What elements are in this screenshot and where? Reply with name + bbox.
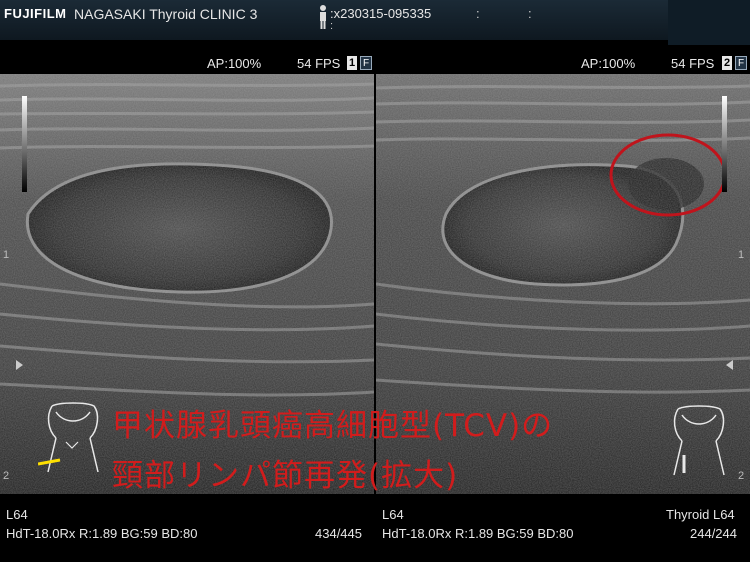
left-frame-counter: 434/445	[315, 526, 362, 541]
orientation-arrow-icon	[16, 360, 23, 370]
header-separator: :	[330, 20, 334, 32]
patient-id: :x230315-095335	[330, 6, 432, 21]
left-panel-number: 1	[347, 56, 357, 70]
right-depth-mark-1: 1	[738, 249, 745, 261]
neck-bodymark-icon-right	[673, 405, 725, 476]
right-grayscale-bar	[722, 96, 727, 192]
annotation-line-2: 頸部リンパ節再発(拡大)	[112, 458, 459, 494]
right-ap-label: AP:100%	[581, 56, 636, 71]
neck-bodymark-icon	[38, 402, 99, 473]
person-icon	[320, 5, 326, 29]
left-ap-label: AP:100%	[207, 56, 262, 71]
right-panel-number: 2	[722, 56, 732, 70]
left-probe-label: L64	[6, 507, 28, 522]
header-separator: :	[528, 6, 532, 21]
right-depth-mark-2: 2	[738, 470, 745, 482]
left-depth-mark-2: 2	[3, 470, 10, 482]
header-right-block	[668, 0, 750, 45]
left-mode-badge: F	[360, 56, 372, 70]
right-mode-badge: F	[735, 56, 747, 70]
right-fps-label: 54 FPS	[671, 56, 715, 71]
annotation-line-1: 甲状腺乳頭癌高細胞型(TCV)の	[112, 408, 554, 444]
right-scan-params: HdT-18.0Rx R:1.89 BG:59 BD:80	[382, 526, 574, 541]
left-scan-params: HdT-18.0Rx R:1.89 BG:59 BD:80	[6, 526, 198, 541]
header-separator: :	[476, 6, 480, 21]
brand-logo: FUJIFILM	[4, 6, 67, 21]
left-fps-label: 54 FPS	[297, 56, 341, 71]
left-depth-mark-1: 1	[3, 249, 10, 261]
right-preset-label: Thyroid L64	[666, 507, 735, 522]
left-grayscale-bar	[22, 96, 27, 192]
orientation-arrow-icon	[726, 360, 733, 370]
right-frame-counter: 244/244	[690, 526, 737, 541]
clinic-name: NAGASAKI Thyroid CLINIC 3	[74, 6, 258, 22]
right-probe-label: L64	[382, 507, 404, 522]
